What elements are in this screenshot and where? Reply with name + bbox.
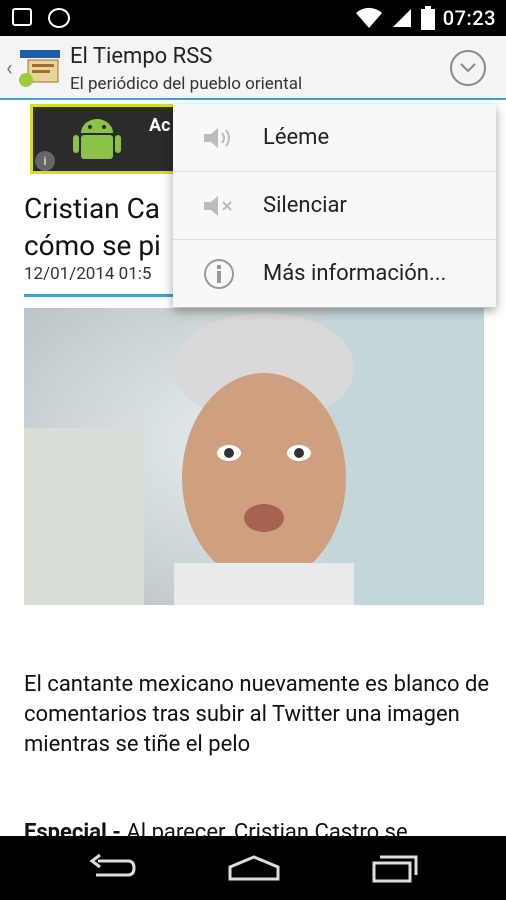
article-date: 12/01/2014 01:5 (24, 264, 152, 284)
action-bar: ‹ El Tiempo RSS El periódico del pueblo … (0, 36, 506, 100)
status-bar: 07:23 (0, 0, 506, 36)
clock: 07:23 (442, 6, 496, 30)
menu-item-label: Silenciar (263, 193, 347, 218)
chat-notification-icon (48, 8, 70, 28)
overflow-popup-menu: Léeme Silenciar Más información... (173, 104, 496, 307)
headline-line-1: Cristian Ca (24, 192, 161, 225)
overflow-menu-button[interactable] (450, 50, 486, 86)
menu-item-label: Más información... (263, 261, 447, 286)
article-lead: El cantante mexicano nuevamente es blanc… (24, 672, 490, 757)
gallery-notification-icon (12, 8, 32, 26)
app-subtitle: El periódico del pueblo oriental (70, 74, 303, 94)
menu-item-mute[interactable]: Silenciar (173, 172, 496, 240)
battery-icon (420, 6, 435, 30)
menu-item-read[interactable]: Léeme (173, 104, 496, 172)
home-icon[interactable] (226, 853, 282, 883)
menu-item-label: Léeme (263, 125, 330, 150)
ad-text: Ac (149, 115, 171, 136)
menu-item-more-info[interactable]: Más información... (173, 240, 496, 307)
signal-icon (392, 9, 411, 27)
back-icon[interactable] (88, 853, 138, 883)
speaker-icon (199, 118, 239, 158)
app-logo-icon[interactable] (18, 48, 62, 88)
ad-info-icon[interactable]: i (35, 151, 55, 171)
speaker-mute-icon (199, 186, 239, 226)
wifi-icon (355, 7, 382, 28)
navigation-bar (0, 836, 506, 900)
headline-line-2: cómo se pi (24, 229, 161, 262)
up-chevron-icon[interactable]: ‹ (6, 56, 13, 81)
info-icon (199, 254, 239, 294)
recent-apps-icon[interactable] (370, 853, 420, 883)
photo-illustration (24, 308, 484, 605)
chevron-down-icon (460, 63, 476, 73)
android-icon (73, 119, 121, 159)
app-title: El Tiempo RSS (70, 44, 213, 69)
article-photo[interactable] (24, 308, 484, 605)
